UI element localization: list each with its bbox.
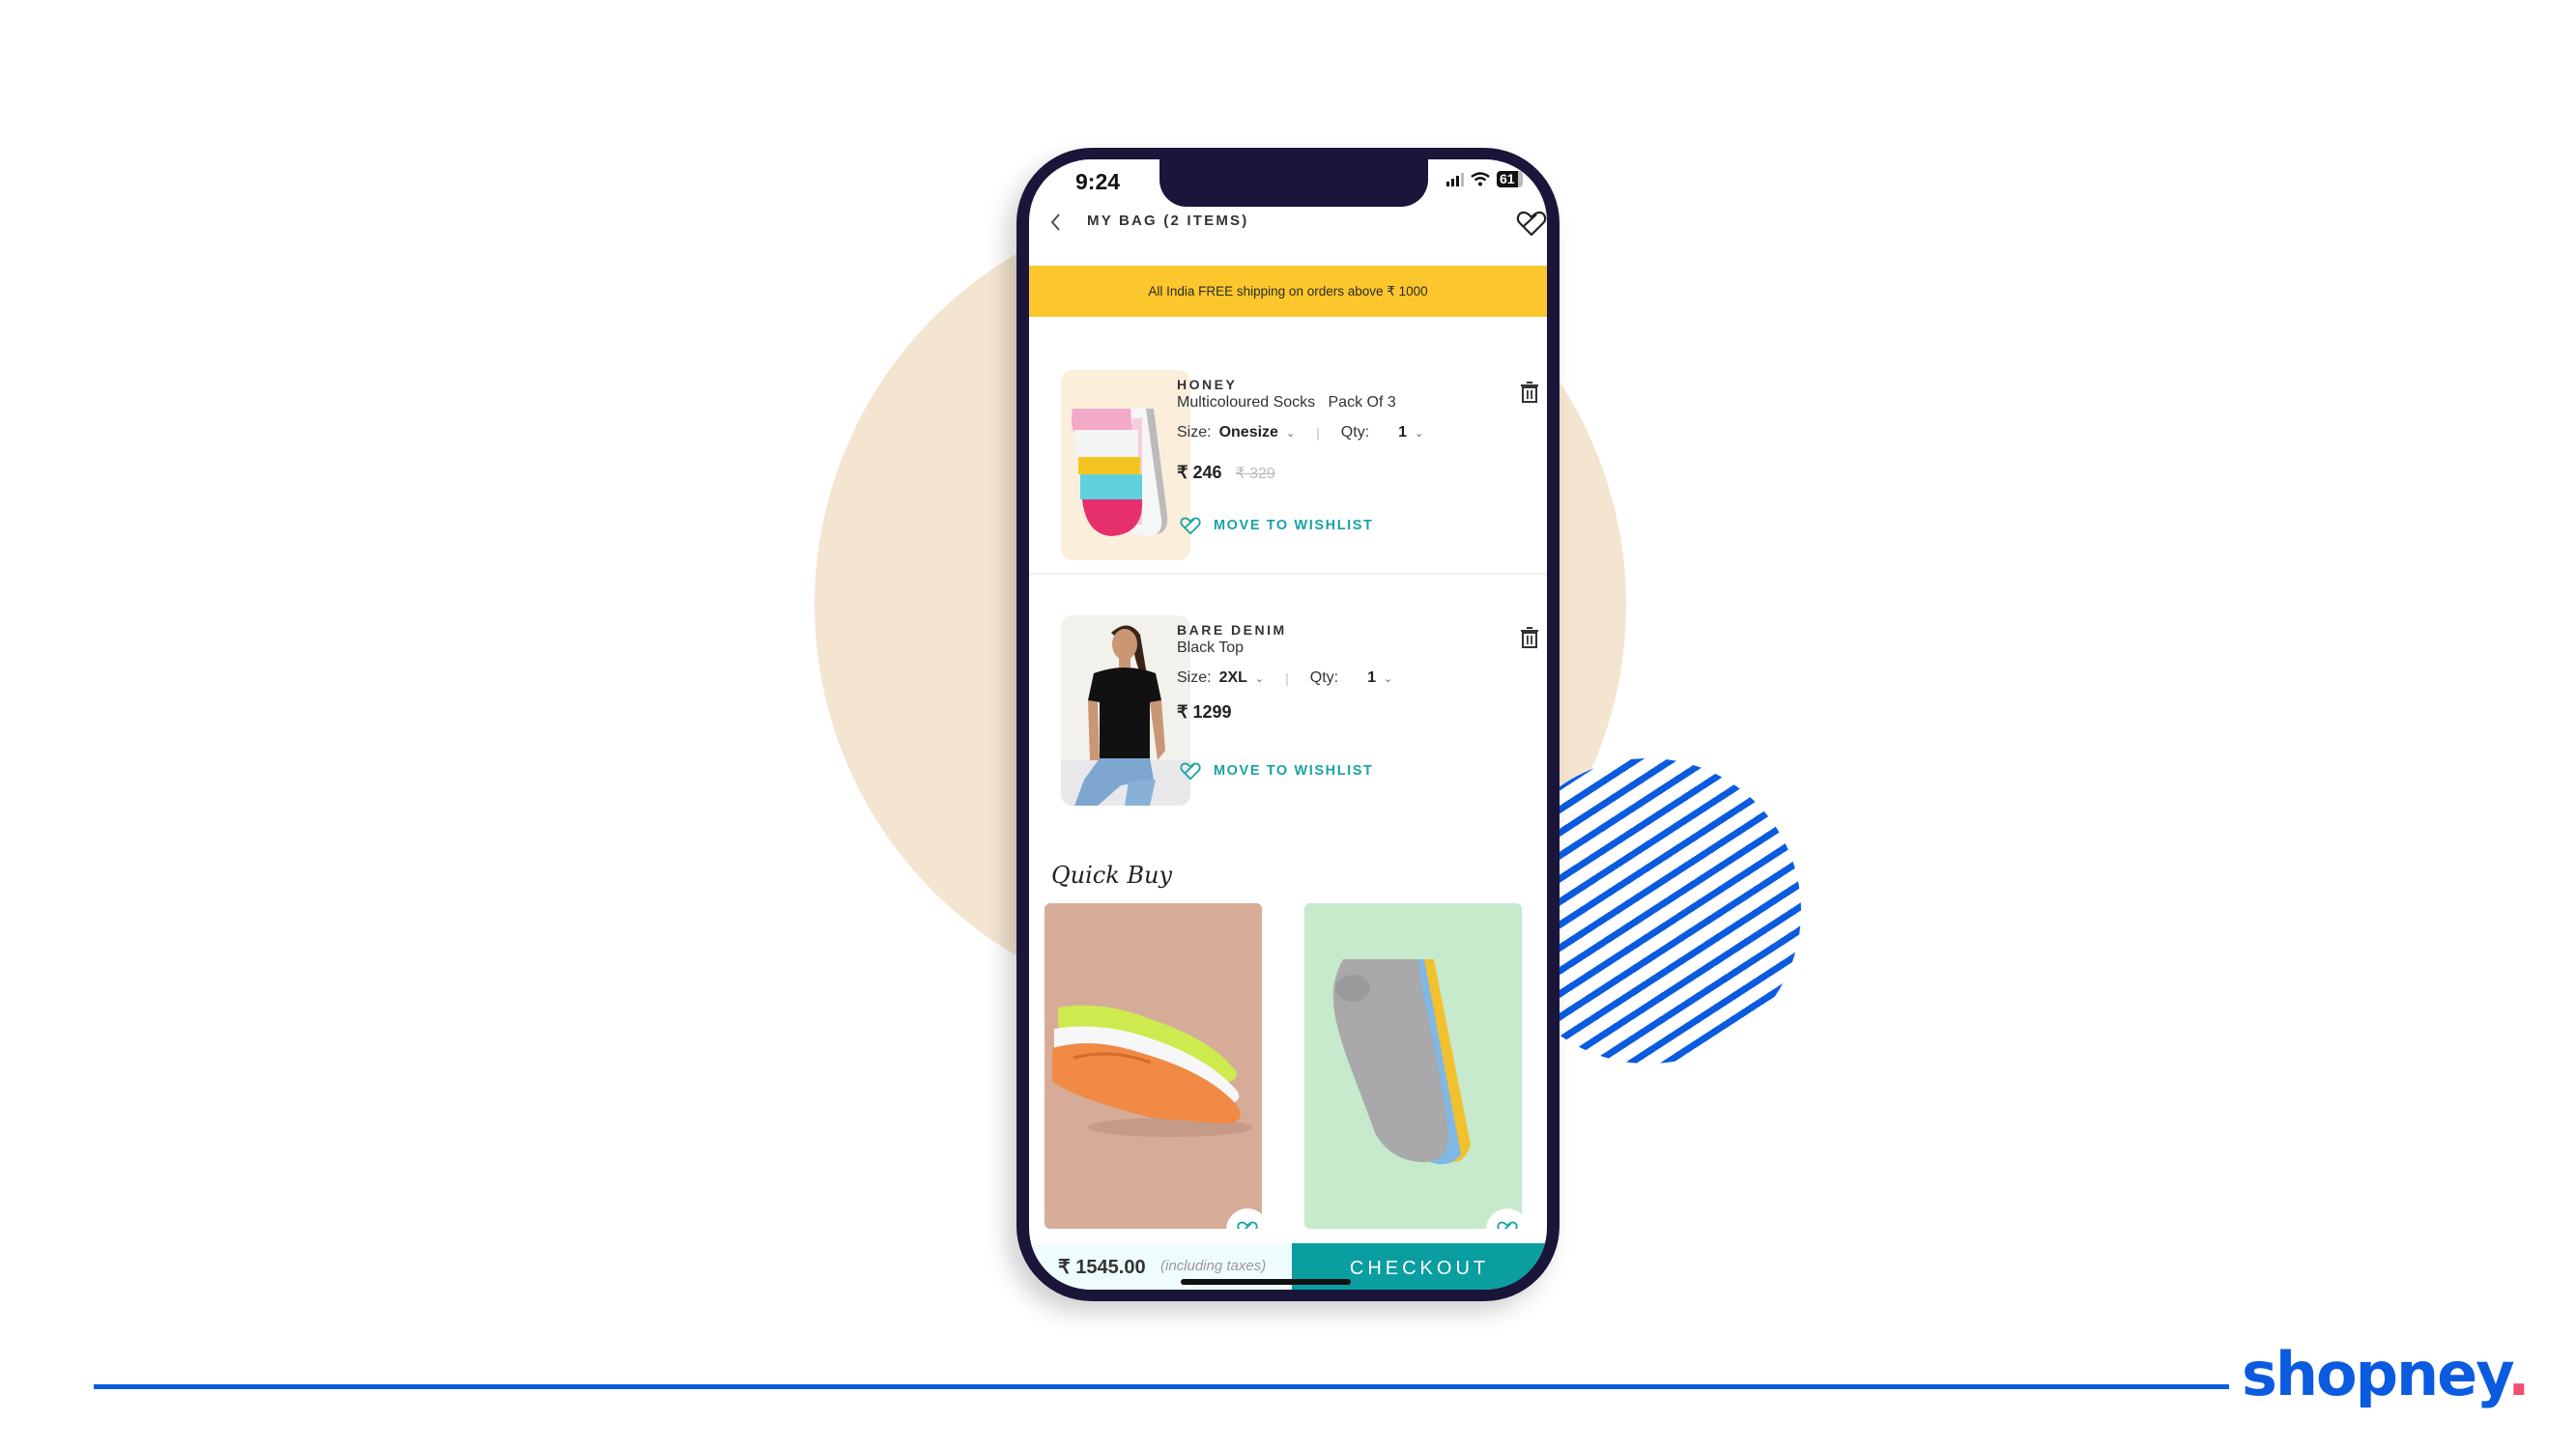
size-label: Size: — [1177, 424, 1212, 441]
quick-buy-card[interactable] — [1045, 903, 1262, 1229]
back-button[interactable] — [1048, 210, 1062, 239]
qty-label: Qty: — [1309, 669, 1339, 686]
trash-icon — [1521, 382, 1538, 403]
price-row: ₹ 246 ₹ 329 — [1177, 463, 1275, 483]
qty-label: Qty: — [1340, 424, 1370, 441]
shopney-logo: shopney. — [2242, 1339, 2531, 1409]
divider: | — [1316, 425, 1320, 441]
heart-icon — [1516, 211, 1547, 237]
product-brand: HONEY — [1177, 377, 1238, 392]
tax-note: (including taxes) — [1160, 1258, 1267, 1274]
move-to-wishlist-button[interactable]: MOVE TO WISHLIST — [1179, 515, 1374, 536]
home-indicator — [1181, 1279, 1351, 1285]
trash-icon — [1521, 627, 1538, 648]
product-name: Black Top — [1177, 640, 1245, 656]
qty-select[interactable]: 1 ⌄ — [1398, 424, 1423, 441]
logo-text: shopney — [2242, 1339, 2509, 1409]
page-title: MY BAG (2 ITEMS) — [1087, 213, 1249, 229]
wifi-icon — [1471, 172, 1490, 186]
size-label: Size: — [1177, 669, 1212, 686]
heart-icon — [1497, 1221, 1518, 1229]
phone-mockup: 9:24 61 MY BAG (2 ITEMS) All India FREE … — [1016, 148, 1560, 1301]
signal-icon — [1446, 172, 1464, 186]
socks-illustration — [1071, 409, 1168, 536]
grey-socks-illustration — [1332, 959, 1471, 1165]
price: ₹ 1299 — [1177, 702, 1232, 722]
price-row: ₹ 1299 — [1177, 702, 1232, 723]
wishlist-button[interactable] — [1515, 208, 1547, 241]
product-image[interactable] — [1061, 615, 1190, 806]
status-time: 9:24 — [1075, 169, 1121, 194]
woman-black-top-illustration — [1061, 625, 1190, 806]
size-qty-row: Size: 2XL ⌄ | Qty: 1 ⌄ — [1177, 669, 1392, 687]
free-shipping-banner: All India FREE shipping on orders above … — [1029, 266, 1547, 317]
heart-icon — [1180, 517, 1201, 535]
delete-button[interactable] — [1518, 625, 1541, 650]
battery-icon: 61 — [1497, 171, 1523, 187]
delete-button[interactable] — [1518, 380, 1541, 405]
cart-item: BARE DENIM Black Top Size: 2XL ⌄ | Qty: 1… — [1029, 615, 1547, 818]
total-price: ₹ 1545.00 — [1058, 1257, 1146, 1278]
item-divider — [1029, 573, 1547, 575]
heart-icon — [1237, 1221, 1258, 1229]
status-icons: 61 — [1446, 171, 1523, 187]
size-select[interactable]: Onesize ⌄ — [1219, 424, 1296, 441]
product-image[interactable] — [1061, 370, 1190, 560]
price: ₹ 246 — [1177, 463, 1222, 482]
divider: | — [1285, 670, 1289, 686]
qty-value: 1 — [1367, 669, 1377, 686]
product-name: Multicoloured Socks Pack Of 3 — [1177, 394, 1396, 411]
original-price: ₹ 329 — [1235, 466, 1275, 482]
quick-buy-card[interactable] — [1304, 903, 1522, 1229]
chevron-down-icon: ⌄ — [1285, 427, 1296, 440]
chevron-down-icon: ⌄ — [1415, 427, 1424, 440]
logo-dot: . — [2506, 1339, 2531, 1409]
size-value: 2XL — [1218, 669, 1247, 686]
heart-icon — [1180, 762, 1201, 781]
chevron-left-icon — [1050, 213, 1060, 231]
qty-value: 1 — [1398, 424, 1408, 441]
move-to-wishlist-label: MOVE TO WISHLIST — [1214, 763, 1374, 779]
neon-socks-illustration — [1052, 1005, 1252, 1137]
cart-item: HONEY Multicoloured Socks Pack Of 3 Size… — [1029, 370, 1547, 573]
move-to-wishlist-label: MOVE TO WISHLIST — [1214, 518, 1374, 533]
move-to-wishlist-button[interactable]: MOVE TO WISHLIST — [1179, 760, 1374, 782]
app-screen: 9:24 61 MY BAG (2 ITEMS) All India FREE … — [1029, 159, 1547, 1290]
size-value: Onesize — [1218, 424, 1278, 441]
chevron-down-icon: ⌄ — [1384, 672, 1393, 685]
product-brand: BARE DENIM — [1177, 622, 1287, 638]
size-select[interactable]: 2XL ⌄ — [1219, 669, 1265, 687]
chevron-down-icon: ⌄ — [1254, 672, 1265, 685]
footer-divider-line — [94, 1384, 2229, 1389]
size-qty-row: Size: Onesize ⌄ | Qty: 1 ⌄ — [1177, 424, 1423, 441]
phone-notch — [1159, 159, 1428, 207]
qty-select[interactable]: 1 ⌄ — [1367, 669, 1392, 687]
quick-buy-title: Quick Buy — [1051, 862, 1173, 889]
